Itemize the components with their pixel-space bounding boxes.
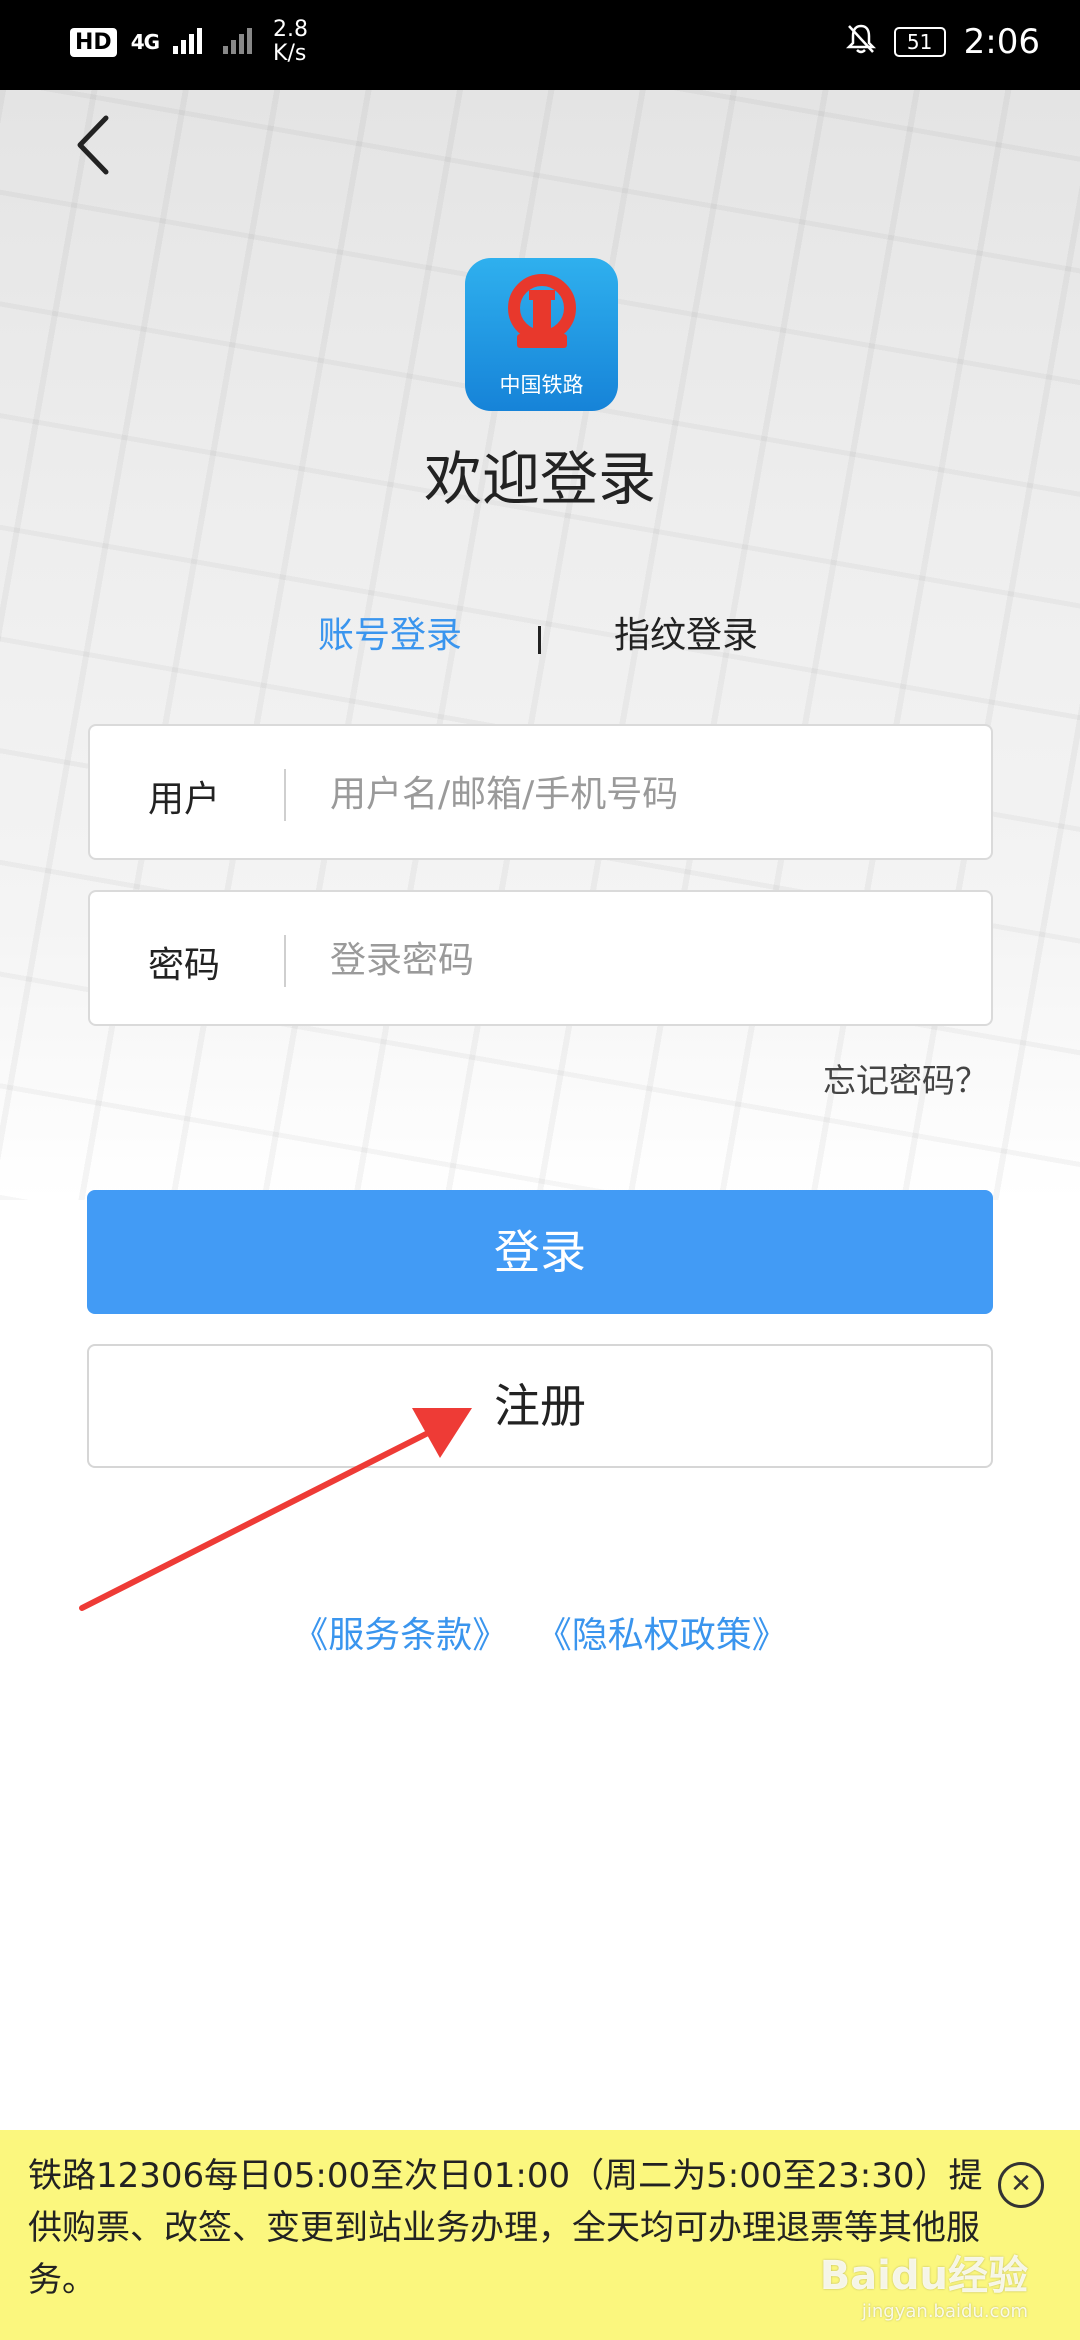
status-bar: HD 4G 2.8 K/s 51 2:06 bbox=[0, 0, 1080, 90]
signal-icon bbox=[173, 26, 209, 58]
username-field: 用户 bbox=[88, 724, 993, 860]
login-button[interactable]: 登录 bbox=[87, 1190, 993, 1314]
status-bar-left: HD 4G 2.8 K/s bbox=[70, 18, 323, 66]
field-divider bbox=[284, 769, 286, 821]
battery-icon: 51 bbox=[893, 27, 946, 57]
username-label: 用户 bbox=[148, 779, 221, 820]
speed-value: 2.8 bbox=[273, 17, 309, 42]
password-input[interactable] bbox=[330, 930, 950, 990]
field-divider bbox=[284, 935, 286, 987]
status-bar-right: 51 2:06 bbox=[845, 22, 1040, 62]
watermark-brand: Baidu经验 bbox=[819, 2253, 1028, 2299]
close-icon[interactable]: ✕ bbox=[998, 2162, 1044, 2208]
terms-of-service-link[interactable]: 《服务条款》 bbox=[292, 1615, 508, 1656]
username-input[interactable] bbox=[330, 764, 950, 824]
network-speed: 2.8 K/s bbox=[273, 18, 323, 66]
chevron-left-icon bbox=[77, 115, 109, 175]
login-tabs: 账号登录 指纹登录 bbox=[0, 606, 1080, 666]
clock: 2:06 bbox=[963, 22, 1040, 62]
forgot-password-link[interactable]: 忘记密码？ bbox=[823, 1054, 988, 1102]
hd-icon: HD bbox=[70, 27, 117, 57]
back-button[interactable] bbox=[62, 110, 122, 180]
tab-separator bbox=[538, 626, 541, 654]
watermark: Baidu经验 jingyan.baidu.com bbox=[820, 2243, 1028, 2322]
watermark-url: jingyan.baidu.com bbox=[861, 2301, 1028, 2322]
tab-account-login[interactable]: 账号登录 bbox=[318, 606, 462, 658]
bell-off-icon bbox=[845, 23, 876, 62]
register-button[interactable]: 注册 bbox=[87, 1344, 993, 1468]
password-label: 密码 bbox=[148, 945, 221, 986]
railway-emblem-icon bbox=[508, 274, 576, 348]
signal-icon-2 bbox=[223, 26, 259, 58]
notice-banner: 铁路12306每日05:00至次日01:00（周二为5:00至23:30）提供购… bbox=[0, 2130, 1080, 2340]
policy-links: 《服务条款》 《隐私权政策》 bbox=[0, 1606, 1080, 1658]
speed-unit: K/s bbox=[273, 41, 307, 66]
password-field: 密码 bbox=[88, 890, 993, 1026]
app-logo: 中国铁路 bbox=[465, 258, 618, 411]
logo-text: 中国铁路 bbox=[499, 373, 584, 397]
page-title: 欢迎登录 bbox=[423, 445, 656, 513]
privacy-policy-link[interactable]: 《隐私权政策》 bbox=[536, 1615, 788, 1656]
network-type: 4G bbox=[130, 30, 160, 54]
tab-fingerprint-login[interactable]: 指纹登录 bbox=[614, 606, 758, 658]
